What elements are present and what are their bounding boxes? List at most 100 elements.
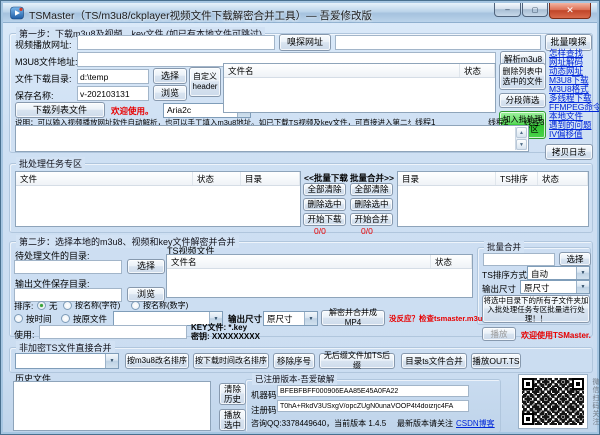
qq-version-text: 咨询QQ:3378449640，当前版本 1.4.5 [251, 418, 386, 429]
merge-dir-ts-button[interactable]: 目录ts文件合并 [401, 353, 467, 369]
ts-file-list[interactable]: 文件名 状态 [166, 254, 473, 298]
play-url-input[interactable] [77, 35, 275, 50]
play-button[interactable]: 播放 [482, 327, 516, 341]
chevron-down-icon[interactable]: ▼ [304, 312, 317, 325]
custom-header-button[interactable]: 自定义header [189, 67, 221, 97]
decrypt-merge-mp4-button[interactable]: 解密并合并成MP4 [321, 310, 385, 326]
output-size-value: 原尺寸 [267, 313, 303, 325]
choose-pending-dir-button[interactable]: 选择 [127, 259, 165, 274]
sort-label: 排序: [14, 300, 33, 312]
batch-output-size-value: 原尺寸 [524, 282, 575, 294]
delete-selected-merge-button[interactable]: 删除选中 [350, 198, 393, 211]
machine-code-label: 机器码 [251, 389, 277, 401]
no-response-hint: 没反应？检查tsmaster.m3u8 [389, 313, 487, 324]
delete-selected-download-button[interactable]: 删除选中 [303, 198, 346, 211]
start-merge-button[interactable]: 开始合并 [350, 213, 393, 226]
clear-history-button[interactable]: 清除历史 [219, 383, 246, 405]
save-name-input[interactable] [77, 86, 149, 101]
download-file-list[interactable]: 文件名 状态 [223, 63, 496, 113]
chevron-down-icon[interactable]: ▼ [576, 267, 589, 279]
clear-all-download-button[interactable]: 全部清除 [303, 183, 346, 196]
choose-dir-button[interactable]: 选择 [153, 68, 187, 84]
col-status[interactable]: 状态 [538, 172, 588, 185]
rename-by-time-button[interactable]: 按下载时间改名排序 [193, 353, 269, 369]
batch-download-list-header: 文件 状态 目录 [16, 172, 300, 186]
reg-code-input[interactable] [277, 400, 469, 412]
qr-finder-icon [522, 378, 534, 390]
chevron-down-icon[interactable]: ▼ [105, 354, 118, 368]
add-ts-suffix-button[interactable]: 无后缀文件加TS后缀 [319, 353, 395, 369]
radio-sort-char[interactable] [63, 301, 72, 310]
use-label: 使用: [14, 328, 35, 341]
radio-sort-orig[interactable] [61, 314, 70, 323]
qr-pattern [522, 378, 584, 425]
radio-sort-none[interactable] [37, 301, 46, 310]
batch-merge-list-header: 目录 TS排序 状态 [398, 172, 588, 186]
batch-merge-list[interactable]: 目录 TS排序 状态 [397, 171, 589, 227]
output-size-select[interactable]: 原尺寸 ▼ [263, 311, 318, 326]
chevron-down-icon[interactable]: ▼ [576, 281, 589, 293]
pending-dir-input[interactable] [14, 260, 122, 274]
batch-merge-dir-input[interactable] [483, 253, 555, 266]
qr-finder-icon [572, 378, 584, 390]
log-scrollbar[interactable]: ▲ ▼ [515, 127, 527, 150]
scroll-up-icon[interactable]: ▲ [516, 127, 527, 138]
scroll-down-icon[interactable]: ▼ [516, 139, 527, 150]
remove-number-button[interactable]: 移除序号 [273, 353, 315, 369]
col-filename[interactable]: 文件名 [167, 255, 431, 268]
batch-output-size-select[interactable]: 原尺寸 ▼ [520, 280, 590, 294]
download-dir-input[interactable] [77, 69, 149, 84]
col-file[interactable]: 文件 [16, 172, 193, 185]
clear-all-merge-button[interactable]: 全部清除 [350, 183, 393, 196]
segment-filter-button[interactable]: 分段筛选 [499, 93, 546, 108]
welcome-tsmaster-text: 欢迎使用TSMaster. [521, 330, 591, 341]
title-bar: TSMaster（TS/m3u8/ckplayer视频文件下载解密合并工具）— … [3, 3, 597, 23]
add-subfolders-to-batch-button[interactable]: 将选中目录下的所有子文件夹加入批处理任务专区批量进行处理！！ [482, 295, 590, 323]
play-selected-button[interactable]: 播放选中 [219, 409, 246, 431]
col-status[interactable]: 状态 [460, 64, 495, 77]
plain-merge-dir-select[interactable]: ▼ [15, 353, 119, 369]
col-dir[interactable]: 目录 [241, 172, 300, 185]
registration-legend: 已注册版本-吾爱破解 [252, 373, 337, 385]
log-box[interactable]: ▲ ▼ [15, 125, 529, 152]
download-dir-label: 文件下载目录: [15, 72, 72, 85]
history-listbox[interactable] [13, 381, 211, 431]
close-icon[interactable]: ✕ [549, 3, 591, 19]
key-value-label: 密钥: XXXXXXXXX [191, 331, 260, 342]
qr-caption: 微信扫码关注 [590, 378, 600, 426]
play-out-ts-button[interactable]: 播放OUT.TS [471, 353, 521, 369]
latest-version-text: 最新版本请关注 [397, 418, 453, 429]
play-url-label: 视频播放网址: [15, 38, 72, 51]
start-download-button[interactable]: 开始下载 [303, 213, 346, 226]
app-window: TSMaster（TS/m3u8/ckplayer视频文件下载解密合并工具）— … [0, 0, 600, 435]
machine-code-input[interactable] [277, 385, 469, 397]
save-name-label: 保存名称: [15, 89, 54, 102]
sniff-url-button[interactable]: 嗅探网址 [279, 34, 331, 51]
col-filename[interactable]: 文件名 [224, 64, 460, 77]
col-status[interactable]: 状态 [431, 255, 472, 268]
radio-sort-time[interactable] [14, 314, 23, 323]
batch-output-size-label: 输出尺寸 [482, 283, 516, 295]
download-list-button[interactable]: 下载列表文件 [15, 102, 105, 118]
rename-by-m3u8-button[interactable]: 按m3u8改名排序 [125, 353, 189, 369]
m3u8-url-label: M3U8文件地址: [15, 55, 78, 68]
delete-selected-button[interactable]: 删除列表中选中的文件 [499, 63, 546, 90]
sniff-result-input[interactable] [335, 35, 541, 50]
link-iv-offset[interactable]: IV偏移值 [549, 128, 583, 140]
maximize-icon[interactable]: ▢ [522, 3, 548, 17]
sort-none-label: 无 [49, 300, 58, 312]
radio-sort-num[interactable] [131, 301, 140, 310]
ts-sort-mode-select[interactable]: 自动 ▼ [527, 266, 590, 280]
copy-log-button[interactable]: 拷贝日志 [545, 144, 593, 160]
sort-time-label: 按时间 [26, 313, 52, 325]
csdn-blog-link[interactable]: CSDN博客 [456, 418, 495, 429]
batch-merge-choose-button[interactable]: 选择 [559, 252, 591, 266]
qr-finder-icon [522, 413, 534, 425]
use-key-input[interactable] [39, 325, 187, 339]
col-dir[interactable]: 目录 [398, 172, 496, 185]
minimize-icon[interactable]: – [494, 3, 521, 17]
browse-name-button[interactable]: 浏览 [153, 85, 187, 101]
col-ts-sort[interactable]: TS排序 [496, 172, 538, 185]
col-status[interactable]: 状态 [193, 172, 241, 185]
batch-download-list[interactable]: 文件 状态 目录 [15, 171, 301, 227]
